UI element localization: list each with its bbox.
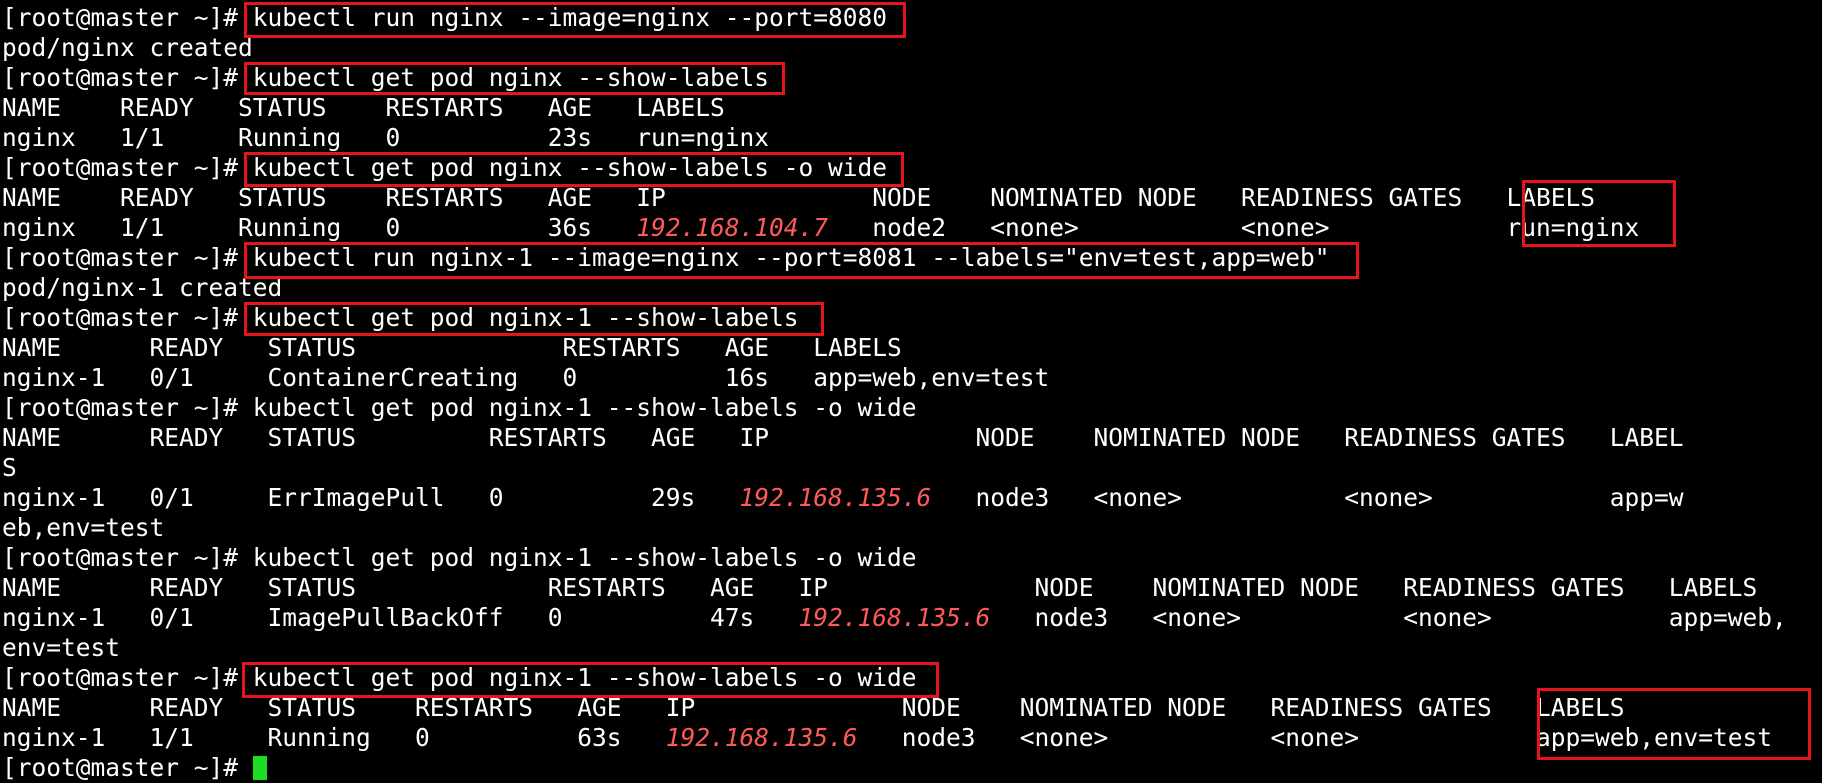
table-row: nginx-1 1/1 Running 0 63s 192.168.135.6 … [2, 723, 1772, 753]
terminal-line: [root@master ~]# kubectl get pod nginx-1… [2, 393, 917, 423]
row-text: nginx-1 1/1 Running 0 63s [2, 723, 666, 752]
row-text: nginx 1/1 Running 0 36s [2, 213, 637, 242]
terminal-line: pod/nginx created [2, 33, 253, 62]
table-header: NAME READY STATUS RESTARTS AGE LABELS [2, 93, 725, 122]
highlight-box [244, 152, 904, 187]
shell-prompt: [root@master ~]# [2, 663, 253, 692]
table-row: nginx-1 0/1 ContainerCreating 0 16s app=… [2, 363, 1050, 392]
highlight-box [1537, 688, 1811, 760]
command-text: kubectl get pod nginx-1 --show-labels -o… [252, 543, 917, 572]
terminal-line: pod/nginx-1 created [2, 273, 283, 302]
table-row: nginx 1/1 Running 0 36s 192.168.104.7 no… [2, 213, 1639, 243]
shell-prompt: [root@master ~]# [2, 393, 253, 422]
terminal-line: [root@master ~]# kubectl get pod nginx-1… [2, 543, 917, 573]
table-header: NAME READY STATUS RESTARTS AGE LABELS [2, 333, 902, 362]
table-row: nginx-1 0/1 ErrImagePull 0 29s 192.168.1… [2, 483, 1684, 513]
highlight-box [244, 302, 824, 336]
highlight-box [244, 2, 906, 38]
highlight-box [244, 62, 785, 95]
row-text: nginx-1 0/1 ErrImagePull 0 29s [2, 483, 740, 512]
shell-prompt: [root@master ~]# [2, 153, 253, 182]
terminal-line: [root@master ~]# [2, 753, 267, 783]
row-text: node2 <none> <none> run=nginx [828, 213, 1640, 242]
highlight-box [242, 662, 939, 698]
shell-prompt: [root@master ~]# [2, 753, 253, 782]
shell-prompt: [root@master ~]# [2, 543, 253, 572]
pod-ip: 192.168.135.6 [739, 483, 932, 512]
table-header: NAME READY STATUS RESTARTS AGE IP NODE N… [2, 183, 1596, 212]
pod-ip: 192.168.135.6 [798, 603, 991, 632]
row-text: node3 <none> <none> app=w [931, 483, 1684, 512]
shell-prompt: [root@master ~]# [2, 63, 253, 92]
shell-prompt: [root@master ~]# [2, 303, 253, 332]
pod-ip: 192.168.104.7 [636, 213, 829, 242]
terminal-window[interactable]: [root@master ~]# kubectl run nginx --ima… [0, 0, 1822, 782]
table-header: NAME READY STATUS RESTARTS AGE IP NODE N… [2, 573, 1758, 602]
table-header: NAME READY STATUS RESTARTS AGE IP NODE N… [2, 423, 1684, 452]
row-text: nginx-1 0/1 ImagePullBackOff 0 47s [2, 603, 799, 632]
table-row: nginx 1/1 Running 0 23s run=nginx [2, 123, 770, 152]
shell-prompt: [root@master ~]# [2, 3, 253, 32]
shell-prompt: [root@master ~]# [2, 243, 253, 272]
table-row-wrap: env=test [2, 633, 121, 662]
row-text: node3 <none> <none> app=web, [990, 603, 1787, 632]
table-row: nginx-1 0/1 ImagePullBackOff 0 47s 192.1… [2, 603, 1787, 633]
table-row-wrap: eb,env=test [2, 513, 165, 542]
command-text: kubectl get pod nginx-1 --show-labels -o… [252, 393, 917, 422]
highlight-box [1522, 180, 1676, 247]
highlight-box [244, 242, 1359, 279]
table-header-wrap: S [2, 453, 17, 482]
cursor-block [252, 756, 267, 780]
pod-ip: 192.168.135.6 [665, 723, 858, 752]
